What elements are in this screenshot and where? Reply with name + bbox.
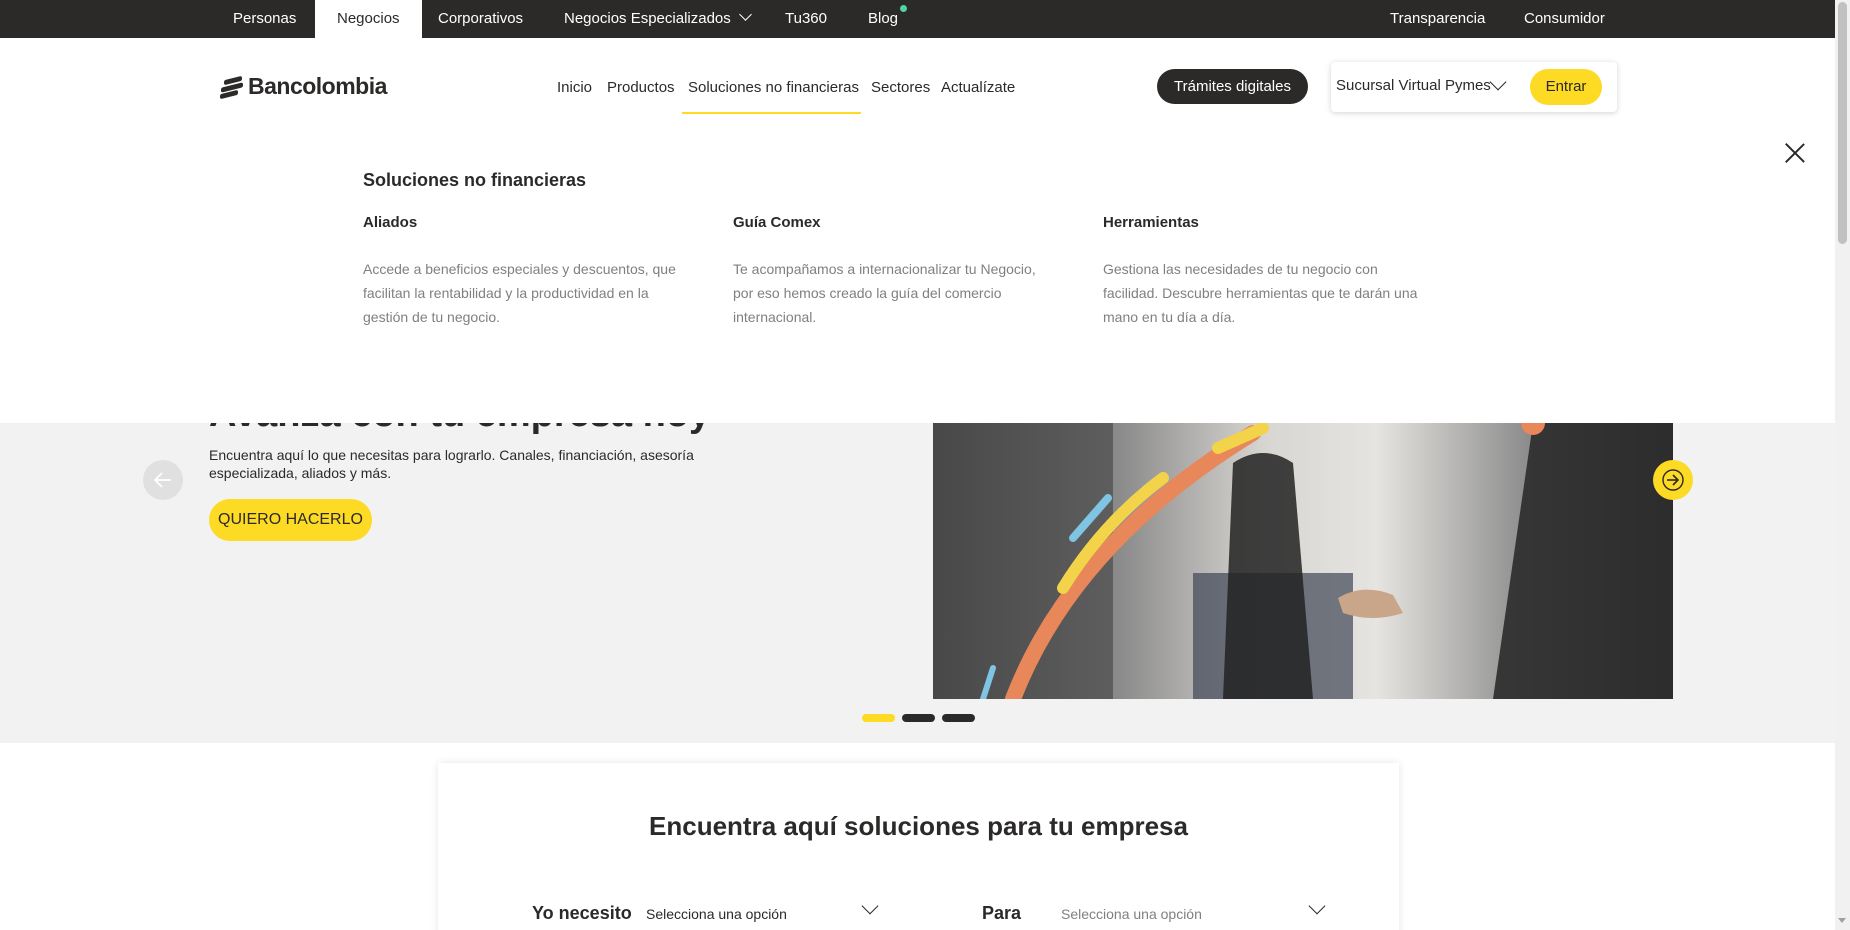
segment-personas[interactable]: Personas: [211, 0, 318, 38]
link-transparencia[interactable]: Transparencia: [1368, 0, 1507, 38]
hero-carousel: Avanza con tu empresa hoy Encuentra aquí…: [0, 423, 1835, 743]
mega-menu-item-aliados[interactable]: Aliados Accede a beneficios especiales y…: [363, 214, 683, 329]
mega-menu-item-title: Aliados: [363, 214, 418, 231]
segment-negocios-especializados[interactable]: Negocios Especializados: [542, 0, 772, 38]
active-nav-underline: [682, 112, 861, 114]
mega-menu-item-desc: Accede a beneficios especiales y descuen…: [363, 261, 676, 325]
arrow-left-icon: [153, 472, 171, 488]
chevron-down-icon[interactable]: [1308, 897, 1326, 915]
sucursal-select[interactable]: Sucursal Virtual Pymes: [1336, 77, 1491, 94]
finder-for-label: Para: [982, 903, 1022, 923]
nav-soluciones-no-financieras[interactable]: Soluciones no financieras: [688, 79, 859, 96]
hero-image-handshake: [933, 423, 1673, 699]
mega-menu-item-herramientas[interactable]: Herramientas Gestiona las necesidades de…: [1103, 214, 1423, 329]
finder-for-select[interactable]: Selecciona una opción: [1061, 906, 1202, 922]
chevron-down-icon: [738, 8, 752, 21]
carousel-dot-3[interactable]: [942, 714, 975, 722]
quiero-hacerlo-button[interactable]: QUIERO HACERLO: [209, 499, 372, 541]
carousel-prev-button[interactable]: [143, 460, 183, 500]
logo-wordmark: Bancolombia: [248, 73, 387, 99]
chevron-down-icon[interactable]: [861, 897, 879, 915]
bancolombia-logo-icon: [220, 75, 244, 99]
top-segment-bar: Personas Negocios Corporativos Negocios …: [0, 0, 1835, 38]
new-indicator-dot: [900, 5, 908, 12]
sucursal-login-box: Sucursal Virtual Pymes Entrar: [1331, 62, 1617, 112]
mega-menu-soluciones: Soluciones no financieras Aliados Accede…: [0, 122, 1835, 423]
segment-tu360[interactable]: Tu360: [763, 0, 849, 38]
mega-menu-title: Soluciones no financieras: [363, 170, 587, 190]
carousel-dot-2[interactable]: [902, 714, 935, 722]
segment-corporativos[interactable]: Corporativos: [416, 0, 545, 38]
nav-actualizate[interactable]: Actualízate: [941, 79, 1015, 96]
scroll-down-arrow-icon[interactable]: [1838, 918, 1846, 923]
carousel-dot-1[interactable]: [862, 714, 895, 722]
chevron-down-icon[interactable]: [1489, 73, 1507, 91]
entrar-button[interactable]: Entrar: [1530, 69, 1602, 105]
close-icon[interactable]: [1784, 142, 1806, 164]
segment-negocios-especializados-label: Negocios Especializados: [564, 10, 731, 27]
nav-productos[interactable]: Productos: [607, 79, 675, 96]
hero-description: Encuentra aquí lo que necesitas para log…: [209, 447, 694, 481]
finder-title: Encuentra aquí soluciones para tu empres…: [649, 811, 1188, 841]
mega-menu-item-title: Herramientas: [1103, 214, 1199, 231]
segment-blog-label: Blog: [868, 10, 899, 27]
segment-blog[interactable]: Blog: [846, 0, 927, 38]
mega-menu-item-title: Guía Comex: [733, 214, 821, 231]
nav-inicio[interactable]: Inicio: [557, 79, 592, 96]
finder-need-label: Yo necesito: [532, 903, 632, 923]
segment-negocios[interactable]: Negocios: [315, 0, 422, 38]
tramites-digitales-button[interactable]: Trámites digitales: [1157, 69, 1308, 104]
mega-menu-item-desc: Gestiona las necesidades de tu negocio c…: [1103, 261, 1418, 325]
nav-sectores[interactable]: Sectores: [871, 79, 930, 96]
solutions-finder-card: Encuentra aquí soluciones para tu empres…: [438, 763, 1399, 930]
bancolombia-logo[interactable]: Bancolombia: [220, 73, 387, 100]
finder-need-select[interactable]: Selecciona una opción: [646, 906, 787, 922]
page-scrollbar[interactable]: [1835, 0, 1850, 930]
mega-menu-item-desc: Te acompañamos a internacionalizar tu Ne…: [733, 261, 1036, 325]
scrollbar-thumb[interactable]: [1838, 2, 1847, 244]
link-consumidor[interactable]: Consumidor: [1502, 0, 1627, 38]
main-header: Bancolombia Inicio Productos Soluciones …: [0, 38, 1835, 122]
hero-title: Avanza con tu empresa hoy: [209, 423, 710, 436]
mega-menu-item-guia-comex[interactable]: Guía Comex Te acompañamos a internaciona…: [733, 214, 1053, 329]
arrow-right-icon: [1662, 469, 1684, 491]
carousel-next-button[interactable]: [1653, 460, 1693, 500]
